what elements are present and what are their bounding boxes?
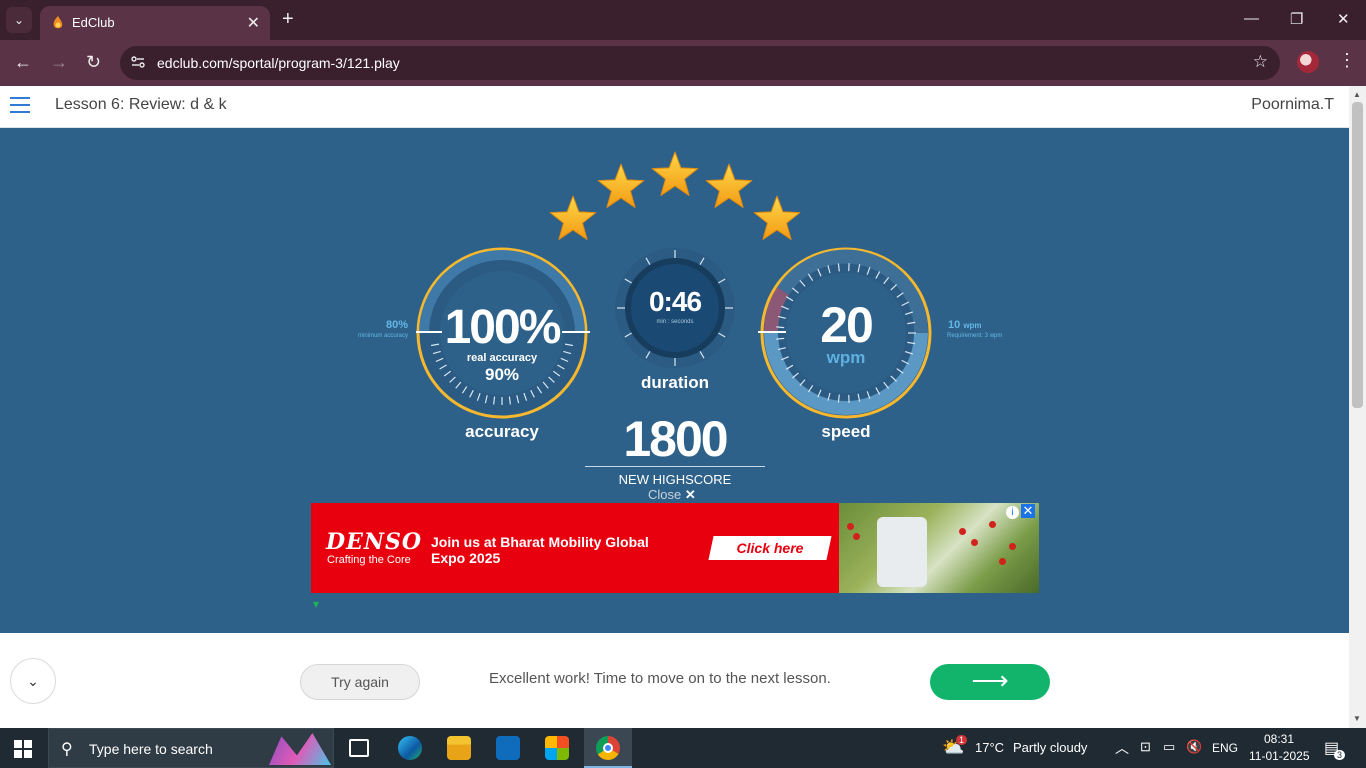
star-rating	[549, 151, 801, 240]
speed-target-value: 10	[948, 319, 961, 331]
browser-tab-strip: ⌄ EdClub ✕ + — ❐ ✕	[0, 0, 1366, 40]
scroll-thumb[interactable]	[1352, 102, 1363, 408]
completion-message: Excellent work! Time to move on to the n…	[489, 670, 831, 687]
chrome-icon	[596, 736, 620, 760]
star-icon	[549, 195, 597, 240]
more-menu-icon[interactable]: ⋮	[1338, 50, 1356, 71]
ad-brand-logo: DENSO	[326, 529, 423, 555]
url-text[interactable]: edclub.com/sportal/program-3/121.play	[157, 55, 400, 71]
accuracy-value: 100%	[444, 301, 562, 354]
edge-icon[interactable]	[398, 736, 422, 760]
battery-icon[interactable]: ▭	[1163, 739, 1175, 755]
star-icon	[753, 195, 801, 240]
profile-avatar[interactable]	[1297, 51, 1319, 73]
close-ad-label: Close	[648, 487, 682, 502]
forward-icon[interactable]: →	[50, 52, 68, 73]
weather-temperature[interactable]: 17°C	[975, 740, 1004, 755]
accuracy-label: accuracy	[465, 422, 539, 441]
page-header: Lesson 6: Review: d & k Poornima.T	[0, 86, 1349, 128]
outlook-icon[interactable]	[496, 736, 520, 760]
language-indicator[interactable]: ENG	[1212, 741, 1238, 755]
close-icon[interactable]: ✕	[1337, 10, 1350, 28]
lesson-footer: ⌄ Try again Excellent work! Time to move…	[0, 633, 1349, 728]
ad-headline: Join us at Bharat Mobility Global Expo 2…	[431, 534, 649, 566]
star-icon	[597, 163, 645, 208]
tab-close-icon[interactable]: ✕	[247, 13, 260, 33]
windows-taskbar: ⚲ Type here to search ⛅ 1 17°C Partly cl…	[0, 728, 1366, 768]
speed-label: speed	[821, 422, 871, 441]
taskbar-search[interactable]: ⚲ Type here to search	[48, 728, 334, 768]
page-scrollbar[interactable]: ▲ ▼	[1349, 86, 1366, 728]
collapse-chevron-button[interactable]: ⌄	[10, 658, 56, 704]
browser-toolbar: ← → ↻ edclub.com/sportal/program-3/121.p…	[0, 40, 1366, 86]
speed-unit: wpm	[826, 348, 866, 367]
ad-cta-label: Click here	[736, 540, 804, 556]
minimum-accuracy-value: 80%	[385, 319, 408, 331]
ad-click-here-button[interactable]: Click here	[708, 536, 832, 560]
tab-search-icon[interactable]: ⌄	[6, 7, 32, 33]
highscore-divider	[585, 466, 765, 467]
duration-label: duration	[641, 373, 709, 392]
scroll-up-icon[interactable]: ▲	[1353, 90, 1361, 99]
speed-requirement: Requirement: 3 wpm	[947, 333, 1003, 339]
speed-target-unit: wpm	[963, 321, 982, 330]
arrow-right-icon: ⟶	[971, 665, 1009, 695]
speed-value: 20	[820, 297, 874, 353]
taskbar-search-placeholder: Type here to search	[89, 741, 213, 757]
ad-close-icon[interactable]: ✕	[1021, 504, 1035, 518]
address-bar[interactable]: edclub.com/sportal/program-3/121.play ☆	[120, 46, 1280, 80]
speed-target: 10 wpm	[948, 319, 982, 331]
search-icon: ⚲	[61, 741, 73, 758]
bookmark-star-icon[interactable]: ☆	[1253, 52, 1268, 72]
browser-tab[interactable]: EdClub ✕	[40, 6, 270, 40]
chrome-taskbar-item[interactable]	[584, 728, 632, 768]
clock-date[interactable]: 11-01-2025	[1249, 749, 1310, 763]
highscore-label: NEW HIGHSCORE	[618, 472, 732, 487]
real-accuracy-value: 90%	[484, 365, 520, 384]
ad-info-icon[interactable]: i	[1006, 506, 1019, 519]
score-value: 1800	[623, 411, 728, 467]
scroll-down-icon[interactable]: ▼	[1353, 714, 1361, 723]
robot-image	[877, 517, 927, 587]
menu-icon[interactable]	[10, 97, 30, 113]
minimum-accuracy-label: minimum accuracy	[357, 333, 408, 339]
close-ad-button[interactable]: Close ✕	[648, 487, 696, 503]
tray-overflow-icon[interactable]: ︿	[1115, 738, 1129, 758]
meet-now-icon[interactable]: ⊡	[1140, 739, 1151, 755]
chevron-down-icon: ⌄	[27, 673, 39, 689]
tab-title: EdClub	[72, 15, 115, 30]
file-explorer-icon[interactable]	[447, 736, 471, 760]
lesson-title: Lesson 6: Review: d & k	[55, 96, 227, 113]
try-again-button[interactable]: Try again	[300, 664, 420, 700]
search-highlight-image	[269, 733, 331, 765]
star-icon	[705, 163, 753, 208]
real-accuracy-label: real accuracy	[466, 352, 538, 364]
close-x-icon: ✕	[684, 487, 696, 502]
reload-icon[interactable]: ↻	[86, 52, 101, 73]
weather-badge: 1	[956, 735, 968, 745]
site-info-icon[interactable]	[130, 54, 146, 70]
minimize-icon[interactable]: —	[1244, 10, 1259, 27]
ad-banner[interactable]: DENSO Crafting the Core Join us at Bhara…	[311, 503, 1039, 593]
new-tab-icon[interactable]: +	[282, 8, 294, 31]
edclub-favicon-icon	[53, 16, 63, 29]
weather-description[interactable]: Partly cloudy	[1013, 740, 1087, 755]
restore-icon[interactable]: ❐	[1290, 10, 1303, 28]
task-view-icon[interactable]	[349, 739, 369, 757]
windows-start-icon[interactable]	[14, 740, 32, 758]
star-icon	[651, 151, 699, 196]
notification-count: 3	[1334, 750, 1346, 760]
back-icon[interactable]: ←	[14, 52, 32, 73]
ad-tagline: Crafting the Core	[327, 554, 411, 566]
microsoft-store-icon[interactable]	[545, 736, 569, 760]
duration-units: min : seconds	[656, 319, 694, 325]
ad-marker-icon: ▾	[313, 597, 320, 611]
next-lesson-button[interactable]: ⟶	[930, 664, 1050, 700]
volume-muted-icon[interactable]: 🔇	[1186, 739, 1202, 755]
clock-time[interactable]: 08:31	[1264, 732, 1294, 746]
user-name[interactable]: Poornima.T	[1251, 96, 1334, 114]
duration-value: 0:46	[648, 286, 702, 317]
